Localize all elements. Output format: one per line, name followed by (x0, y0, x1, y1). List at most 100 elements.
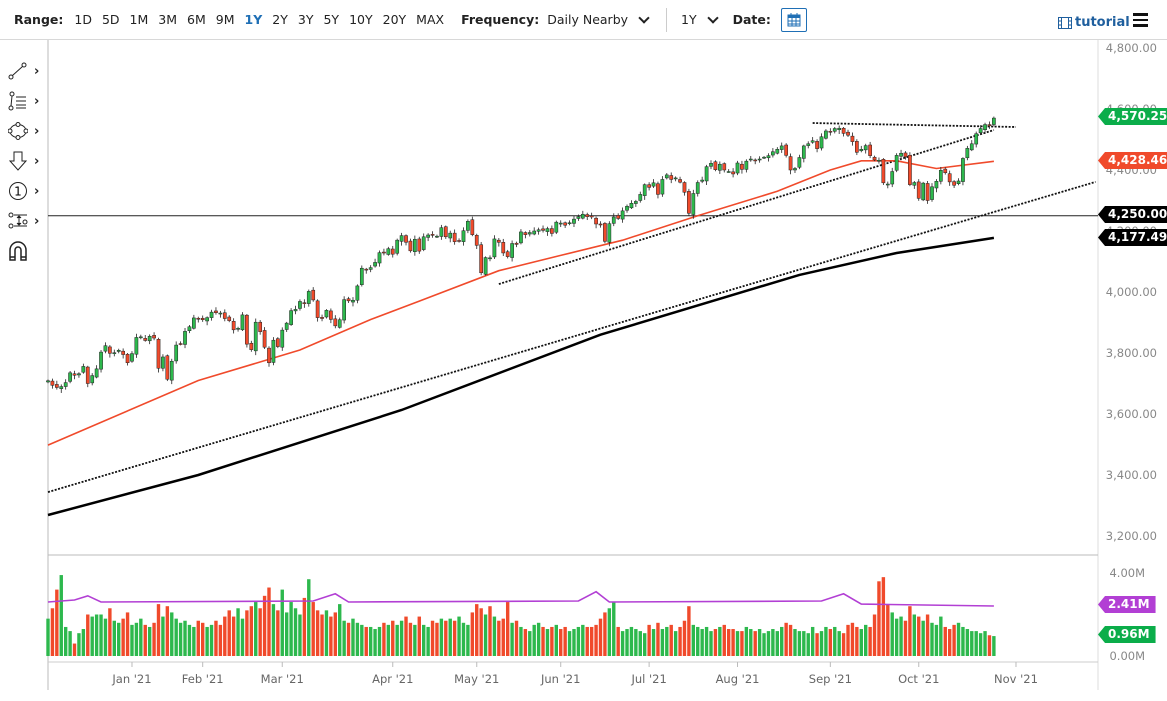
candle-body (440, 228, 443, 237)
candle-body (970, 144, 973, 150)
volume-bar (254, 602, 257, 656)
range-max[interactable]: MAX (416, 12, 444, 27)
candle-body (51, 381, 54, 385)
candle-body (263, 330, 266, 347)
candle-body (762, 157, 765, 158)
candle-body (678, 179, 681, 182)
candle-body (594, 218, 597, 224)
range-2y[interactable]: 2Y (272, 12, 288, 27)
volume-bar (422, 625, 425, 656)
range-1y[interactable]: 1Y (245, 12, 263, 27)
volume-bar (979, 633, 982, 656)
range-5d[interactable]: 5D (102, 12, 120, 27)
range-5y[interactable]: 5Y (323, 12, 339, 27)
arrow-tool[interactable]: › (0, 146, 46, 176)
volume-bar (665, 627, 668, 656)
candle-body (276, 339, 279, 347)
candle-body (718, 164, 721, 170)
range-1d[interactable]: 1D (74, 12, 92, 27)
volume-bar (232, 617, 235, 656)
volume-bar (754, 631, 757, 656)
candle-body (409, 241, 412, 251)
volume-bar (316, 610, 319, 656)
candle-body (953, 182, 956, 186)
volume-bar (524, 629, 527, 656)
measure-tool[interactable]: › (0, 206, 46, 236)
candle-body (833, 129, 836, 132)
candle-body (161, 357, 164, 368)
ellipse-shape-icon (8, 121, 28, 141)
candle-body (983, 125, 986, 130)
candle-body (382, 252, 385, 253)
fibonacci-tool[interactable]: › (0, 86, 46, 116)
volume-bar (877, 581, 880, 656)
volume-bar (272, 604, 275, 656)
trendline-tool[interactable]: › (0, 56, 46, 86)
volume-bar (68, 631, 71, 656)
range-1m[interactable]: 1M (130, 12, 149, 27)
numbered-marker-tool[interactable]: 1› (0, 176, 46, 206)
volume-bar (241, 619, 244, 656)
calendar-icon (787, 12, 801, 27)
divider (666, 8, 667, 32)
candle-body (577, 217, 580, 219)
candle-body (683, 183, 686, 193)
volume-bar (250, 606, 253, 656)
frequency-select[interactable]: Daily Nearby (547, 12, 660, 27)
price-chart[interactable]: 4,800.004,600.004,400.004,200.004,000.00… (0, 0, 1167, 701)
volume-bar (559, 629, 562, 656)
candle-body (236, 328, 239, 329)
hamburger-menu-icon[interactable] (1133, 13, 1148, 30)
volume-bar (674, 631, 677, 656)
volume-bar (356, 623, 359, 656)
volume-bar (603, 612, 606, 656)
candle-body (506, 252, 509, 257)
volume-bar (99, 615, 102, 657)
volume-bar (258, 608, 261, 656)
calendar-button[interactable] (781, 8, 807, 32)
volume-bar (510, 623, 513, 656)
volume-bar (961, 627, 964, 656)
candle-body (723, 164, 726, 170)
candle-body (634, 201, 637, 203)
volume-bar (144, 625, 147, 656)
volume-bar (621, 631, 624, 656)
tutorial-link[interactable]: tutorial (1058, 15, 1130, 30)
candle-body (612, 217, 615, 223)
volume-bar (670, 625, 673, 656)
volume-bar (444, 621, 447, 656)
volume-bar (568, 631, 571, 656)
candle-body (294, 309, 297, 311)
candle-body (555, 222, 558, 232)
volume-bar (179, 623, 182, 656)
candle-body (696, 183, 699, 194)
candle-body (214, 311, 217, 313)
range-20y[interactable]: 20Y (383, 12, 407, 27)
candle-body (948, 174, 951, 182)
volume-bar (201, 623, 204, 656)
candle-body (396, 240, 399, 253)
magnet-tool[interactable] (0, 236, 46, 266)
range-10y[interactable]: 10Y (349, 12, 373, 27)
trendline-long-support (48, 182, 1096, 492)
drawing-toolbar: › › › › 1› › (0, 56, 46, 266)
range-3m[interactable]: 3M (158, 12, 177, 27)
candle-body (670, 175, 673, 179)
volume-bar (749, 629, 752, 656)
shapes-tool[interactable]: › (0, 116, 46, 146)
candle-body (820, 137, 823, 148)
range-6m[interactable]: 6M (187, 12, 206, 27)
volume-bar (780, 627, 783, 656)
volume-bar (957, 623, 960, 656)
volume-bar (161, 617, 164, 656)
candle-body (404, 236, 407, 243)
volume-bar (913, 615, 916, 657)
volume-bar (236, 608, 239, 656)
volume-bar (378, 627, 381, 656)
period-select[interactable]: 1Y (681, 12, 729, 27)
volume-bar (409, 623, 412, 656)
volume-bar (334, 612, 337, 656)
candle-body (241, 315, 244, 330)
range-9m[interactable]: 9M (216, 12, 235, 27)
range-3y[interactable]: 3Y (298, 12, 314, 27)
